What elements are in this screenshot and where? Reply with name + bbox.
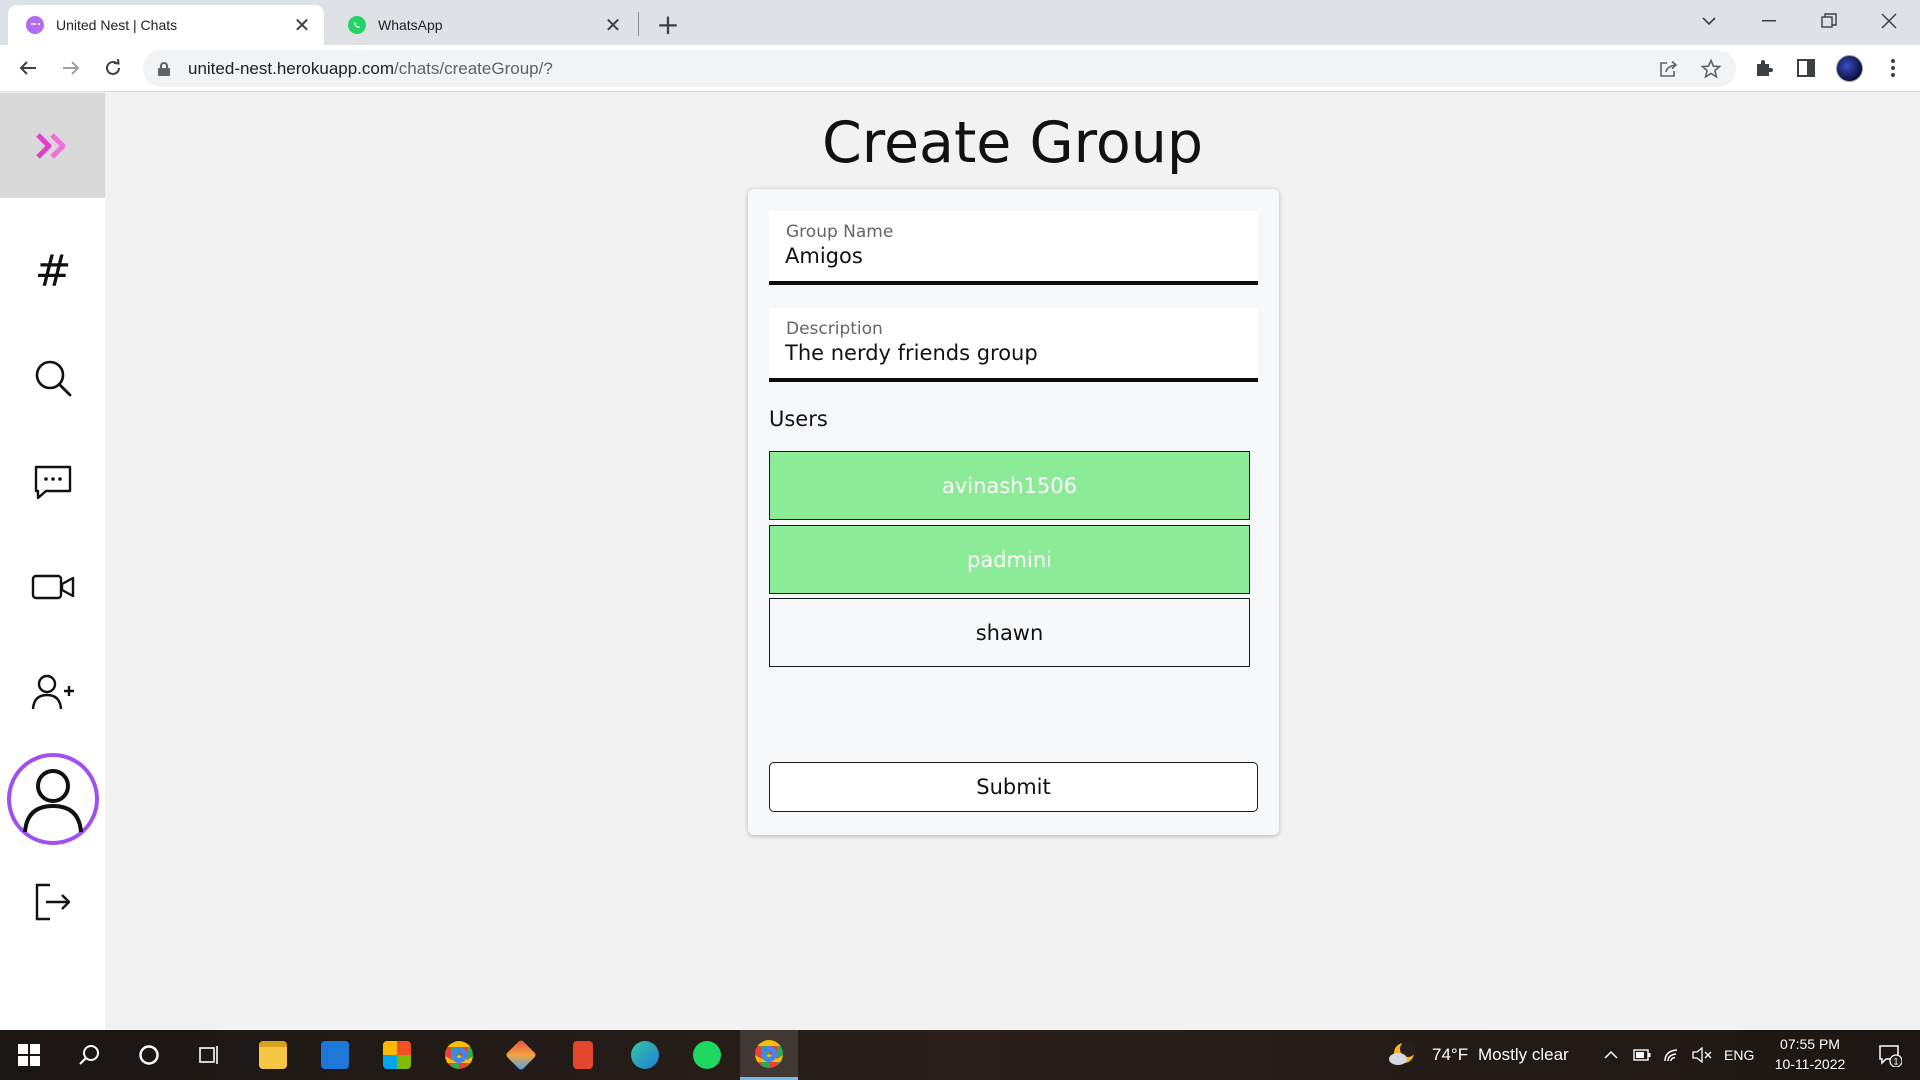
extensions-puzzle-icon[interactable]	[1747, 51, 1781, 85]
video-camera-icon[interactable]	[26, 560, 80, 614]
tab-title: WhatsApp	[378, 17, 443, 33]
page-title: Create Group	[821, 110, 1204, 176]
hash-icon[interactable]: #	[26, 244, 80, 298]
whatsapp-favicon-icon	[348, 16, 366, 34]
users-label: Users	[769, 407, 828, 431]
chat-bubble-icon[interactable]	[26, 456, 80, 510]
browser-toolbar: united-nest.herokuapp.com/chats/createGr…	[0, 45, 1920, 92]
submit-button[interactable]: Submit	[769, 762, 1258, 812]
logout-icon[interactable]	[26, 875, 80, 929]
clock-time: 07:55 PM	[1780, 1036, 1840, 1052]
side-panel-icon[interactable]	[1789, 51, 1823, 85]
browser-tab-strip: United Nest | Chats ✕ WhatsApp ✕ +	[0, 0, 1920, 45]
wifi-icon[interactable]	[1658, 1030, 1686, 1080]
lock-icon[interactable]	[158, 61, 170, 76]
spotify-icon[interactable]	[678, 1030, 736, 1080]
description-label: Description	[786, 319, 883, 339]
tab-whatsapp[interactable]: WhatsApp ✕	[330, 5, 635, 45]
office-icon[interactable]	[554, 1030, 612, 1080]
create-group-form: Group Name Description Users avinash1506…	[748, 189, 1279, 835]
tab-search-chevron-icon[interactable]	[1680, 0, 1738, 42]
group-name-field[interactable]: Group Name	[769, 211, 1258, 285]
weather-temperature[interactable]: 74°F	[1432, 1030, 1468, 1080]
language-indicator[interactable]: ENG	[1724, 1030, 1754, 1080]
user-toggle-padmini[interactable]: padmini	[769, 525, 1250, 594]
mail-icon[interactable]	[306, 1030, 364, 1080]
weather-description[interactable]: Mostly clear	[1478, 1030, 1569, 1080]
united-nest-favicon-icon	[26, 16, 44, 34]
group-name-input[interactable]	[785, 244, 1245, 268]
windows-start-icon[interactable]	[0, 1030, 58, 1080]
browser-profile-avatar[interactable]	[1836, 55, 1863, 82]
chrome-active-icon[interactable]	[740, 1030, 798, 1080]
browser-menu-kebab-icon[interactable]	[1876, 51, 1910, 85]
tab-united-nest[interactable]: United Nest | Chats ✕	[8, 5, 324, 45]
forward-arrow-icon[interactable]	[54, 51, 88, 85]
back-arrow-icon[interactable]	[11, 51, 45, 85]
user-toggle-avinash1506[interactable]: avinash1506	[769, 451, 1250, 520]
description-input[interactable]	[785, 341, 1245, 365]
user-avatar-icon[interactable]	[7, 753, 99, 845]
volume-muted-icon[interactable]	[1688, 1030, 1716, 1080]
file-explorer-icon[interactable]	[244, 1030, 302, 1080]
windows-taskbar: 74°F Mostly clear ENG 07:55 PM 10-11-202…	[0, 1030, 1920, 1080]
system-clock[interactable]: 07:55 PM 10-11-2022	[1762, 1034, 1858, 1074]
weather-moon-cloud-icon[interactable]	[1380, 1030, 1426, 1080]
reload-icon[interactable]	[96, 51, 130, 85]
double-chevron-right-icon[interactable]	[0, 93, 105, 198]
close-tab-icon[interactable]: ✕	[599, 11, 627, 39]
description-field[interactable]: Description	[769, 308, 1258, 382]
url-text: united-nest.herokuapp.com/chats/createGr…	[188, 58, 553, 78]
cortana-circle-icon[interactable]	[120, 1030, 178, 1080]
share-icon[interactable]	[1654, 54, 1684, 84]
group-name-label: Group Name	[786, 222, 894, 242]
bookmark-star-icon[interactable]	[1696, 54, 1726, 84]
restore-window-icon[interactable]	[1800, 0, 1858, 42]
git-app-icon[interactable]	[492, 1030, 550, 1080]
battery-icon[interactable]	[1628, 1030, 1656, 1080]
new-tab-plus-icon[interactable]: +	[652, 8, 684, 41]
notification-count: 1	[1893, 1057, 1898, 1067]
chrome-icon[interactable]	[430, 1030, 488, 1080]
clock-date: 10-11-2022	[1774, 1056, 1846, 1072]
tray-chevron-up-icon[interactable]	[1597, 1030, 1625, 1080]
tab-title: United Nest | Chats	[56, 17, 178, 33]
microsoft-store-icon[interactable]	[368, 1030, 426, 1080]
task-view-icon[interactable]	[180, 1030, 238, 1080]
close-tab-icon[interactable]: ✕	[288, 11, 316, 39]
address-bar[interactable]: united-nest.herokuapp.com/chats/createGr…	[143, 50, 1736, 87]
search-icon[interactable]	[60, 1030, 118, 1080]
app-sidebar: #	[0, 93, 105, 1030]
notification-center-icon[interactable]: 1	[1868, 1030, 1912, 1080]
minimize-window-icon[interactable]	[1740, 0, 1798, 42]
tab-separator	[638, 12, 639, 36]
user-toggle-shawn[interactable]: shawn	[769, 598, 1250, 667]
add-user-icon[interactable]	[26, 665, 80, 719]
search-icon[interactable]	[26, 351, 80, 405]
edge-icon[interactable]	[616, 1030, 674, 1080]
close-window-icon[interactable]	[1860, 0, 1918, 42]
